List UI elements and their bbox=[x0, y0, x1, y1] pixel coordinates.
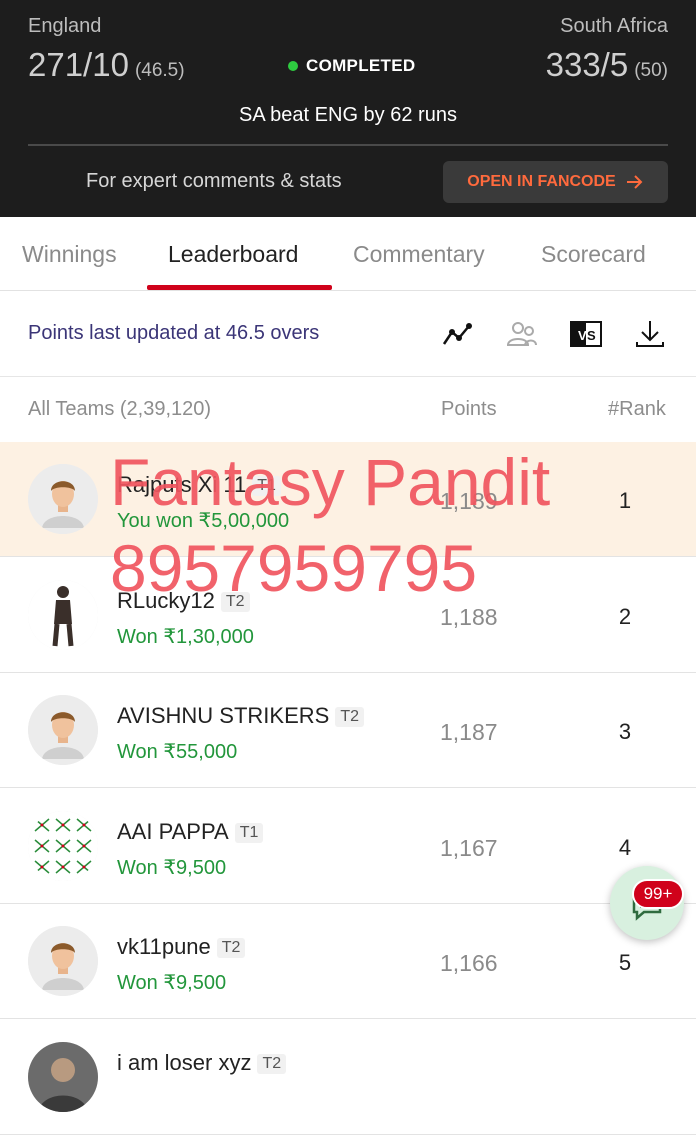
watermark-line2: 8957959795 bbox=[110, 531, 478, 605]
winnings-amount: Won ₹9,500 bbox=[117, 856, 227, 879]
match-header: England 271/10 (46.5) COMPLETED South Afr… bbox=[0, 0, 696, 217]
team-avatar bbox=[28, 579, 98, 650]
team-avatar bbox=[28, 1041, 98, 1112]
winnings-amount: Won ₹9,500 bbox=[117, 972, 227, 994]
match-status: COMPLETED bbox=[288, 56, 415, 76]
team-tag: T1 bbox=[234, 822, 264, 843]
trend-chart-icon[interactable] bbox=[441, 318, 475, 350]
svg-text:V: V bbox=[578, 328, 587, 343]
team-rank: 4 bbox=[618, 834, 632, 860]
team2-score: 333/5 (50) bbox=[545, 46, 668, 83]
team-points: 1,187 bbox=[440, 719, 498, 745]
team-points: 1,166 bbox=[440, 950, 498, 976]
active-tab-indicator bbox=[147, 285, 332, 290]
team-name: AVISHNU STRIKERS T2 bbox=[117, 703, 364, 729]
leaderboard-row[interactable]: i am loser xyz T2 bbox=[0, 1020, 696, 1135]
download-icon[interactable] bbox=[633, 318, 667, 350]
svg-text:S: S bbox=[587, 328, 596, 343]
team1-name: England bbox=[28, 15, 102, 37]
team-avatar bbox=[28, 926, 98, 996]
watermark-line1: Fantasy Pandit bbox=[110, 445, 551, 519]
team1-score: 271/10 (46.5) bbox=[28, 46, 185, 83]
team-avatar bbox=[28, 695, 98, 765]
tab-commentary[interactable]: Commentary bbox=[353, 241, 485, 268]
team-tag: T2 bbox=[257, 1053, 287, 1074]
team2-name: South Africa bbox=[560, 15, 668, 37]
team-name: i am loser xyz T2 bbox=[117, 1050, 287, 1076]
section-divider bbox=[0, 376, 696, 377]
header-divider bbox=[28, 144, 668, 146]
status-dot-icon bbox=[288, 61, 298, 71]
team2-overs: (50) bbox=[634, 60, 668, 81]
team-points: 1,188 bbox=[440, 603, 498, 630]
team-rank: 5 bbox=[618, 950, 632, 975]
team-rank: 3 bbox=[618, 719, 632, 744]
chat-count-badge: 99+ bbox=[632, 879, 684, 909]
all-teams-header: All Teams (2,39,120) bbox=[28, 398, 212, 420]
team-tag: T2 bbox=[335, 707, 364, 728]
team-avatar bbox=[28, 464, 98, 534]
compare-users-icon[interactable] bbox=[505, 318, 539, 350]
team-rank: 1 bbox=[618, 488, 632, 513]
points-header: Points bbox=[441, 398, 497, 420]
leaderboard-row[interactable]: AAI PAPPA T1 Won ₹9,500 1,167 4 bbox=[0, 789, 696, 904]
team1-overs: (46.5) bbox=[134, 60, 185, 81]
leaderboard-row[interactable]: AVISHNU STRIKERS T2 Won ₹55,000 1,187 3 bbox=[0, 673, 696, 788]
tab-scorecard[interactable]: Scorecard bbox=[541, 241, 646, 268]
winnings-amount: Won ₹1,30,000 bbox=[117, 625, 254, 648]
arrow-right-icon bbox=[626, 175, 643, 189]
leaderboard-row[interactable]: vk11pune T2 Won ₹9,500 1,166 5 bbox=[0, 904, 696, 1019]
tab-winnings[interactable]: Winnings bbox=[22, 241, 117, 268]
team-avatar bbox=[28, 810, 98, 881]
tab-leaderboard[interactable]: Leaderboard bbox=[168, 241, 298, 268]
tab-bar: Winnings Leaderboard Commentary Scorecar… bbox=[0, 217, 696, 291]
points-updated-text: Points last updated at 46.5 overs bbox=[28, 322, 320, 344]
versus-icon[interactable]: V S bbox=[569, 318, 603, 350]
team-points: 1,167 bbox=[440, 834, 498, 861]
team-name: AAI PAPPA T1 bbox=[117, 819, 264, 845]
team-name: vk11pune T2 bbox=[117, 934, 246, 960]
open-in-fancode-button[interactable]: OPEN IN FANCODE bbox=[443, 161, 668, 203]
winnings-amount: Won ₹55,000 bbox=[117, 741, 238, 763]
expert-comments-label: For expert comments & stats bbox=[86, 170, 342, 192]
match-result: SA beat ENG by 62 runs bbox=[239, 104, 457, 126]
rank-header: #Rank bbox=[608, 398, 666, 420]
team-tag: T2 bbox=[216, 938, 246, 959]
team-rank: 2 bbox=[618, 603, 632, 629]
